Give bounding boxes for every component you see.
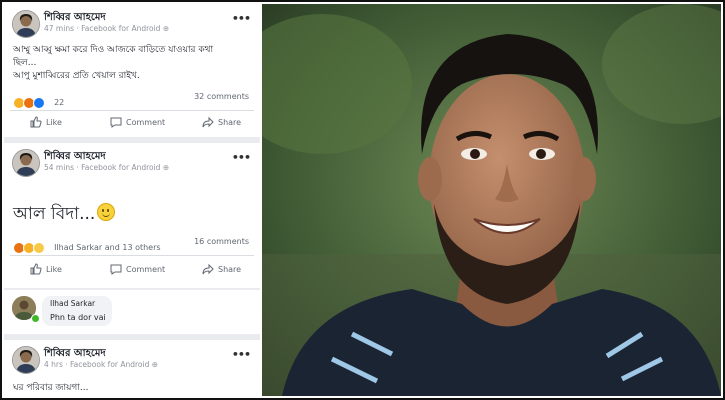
like-button[interactable]: Like [30,263,62,275]
post-body: আল বিদা... [13,201,116,229]
post-line: আপু মুশাব্বিরের প্রতি খেয়াল রাইখ. [13,71,140,81]
comment-item: Ilhad Sarkar Phn ta dor vai [4,290,260,334]
comment-count[interactable]: 16 comments [194,237,249,246]
post-3: শিব্বির আহমেদ 4 hrs · Facebook for Andro… [4,340,260,396]
online-indicator [31,314,40,323]
post-time: 47 mins · Facebook for Android [44,24,161,33]
globe-icon: ⊕ [151,360,159,369]
post-actions: Like Comment Share [4,114,260,132]
post-1: শিব্বির আহমেদ 47 mins · Facebook for And… [4,4,260,137]
post-time: 54 mins · Facebook for Android [44,163,161,172]
post-header: শিব্বির আহমেদ 4 hrs · Facebook for Andro… [12,346,252,374]
divider [10,110,254,111]
reactions-summary[interactable]: 22 32 comments [13,92,253,109]
post-body: আম্মু আব্বু ক্ষমা করে দিও আজকে বাড়িতে য… [13,44,251,83]
user-avatar[interactable] [12,10,40,38]
comment-text: Phn ta dor vai [50,313,106,322]
facebook-feed: শিব্বির আহমেদ 47 mins · Facebook for And… [4,4,260,396]
comment-icon [110,117,122,128]
more-dots-icon[interactable]: ••• [232,12,251,25]
like-icon [30,116,42,128]
post-line: ঘর পরিবার জায়গা... [13,383,89,393]
globe-icon: ⊕ [162,163,170,172]
post-2: শিব্বির আহমেদ 54 mins · Facebook for And… [4,143,260,288]
post-body: ঘর পরিবার জায়গা... [13,382,251,395]
portrait-photo [262,4,721,396]
comment-bubble[interactable]: Ilhad Sarkar Phn ta dor vai [42,296,112,326]
like-button[interactable]: Like [30,116,62,128]
post-header: শিব্বির আহমেদ 54 mins · Facebook for And… [12,149,252,177]
post-timestamp: 47 mins · Facebook for Android ⊕ [44,24,169,33]
like-label: Like [46,265,62,274]
like-reaction [33,96,45,109]
like-label: Like [46,118,62,127]
reaction-names: Ilhad Sarkar and 13 others [54,243,161,252]
post-big-text: আল বিদা... [13,204,96,224]
comment-button[interactable]: Comment [110,263,165,275]
share-icon [202,116,214,128]
post-timestamp: 4 hrs · Facebook for Android ⊕ [44,360,158,369]
reaction-count: 22 [54,98,65,107]
share-button[interactable]: Share [202,116,241,128]
user-avatar[interactable] [12,346,40,374]
comment-label: Comment [126,265,166,274]
post-line: আম্মু আব্বু ক্ষমা করে দিও আজকে বাড়িতে য… [13,45,214,55]
post-actions: Like Comment Share [4,261,260,279]
more-dots-icon[interactable]: ••• [232,348,251,361]
more-dots-icon[interactable]: ••• [232,151,251,164]
smiley-emoji [97,203,116,221]
share-button[interactable]: Share [202,263,241,275]
post-timestamp: 54 mins · Facebook for Android ⊕ [44,163,169,172]
haha-reaction [33,241,45,254]
commenter-name[interactable]: Ilhad Sarkar [50,299,95,308]
comment-label: Comment [126,118,166,127]
screenshot-frame: শিব্বির আহমেদ 47 mins · Facebook for And… [0,0,725,400]
reactions-summary[interactable]: Ilhad Sarkar and 13 others 16 comments [13,237,253,254]
post-header: শিব্বির আহমেদ 47 mins · Facebook for And… [12,10,252,38]
post-line: ছিল... [13,58,37,68]
comment-count[interactable]: 32 comments [194,92,249,101]
comment-button[interactable]: Comment [110,116,165,128]
comment-icon [110,264,122,275]
user-avatar[interactable] [12,149,40,177]
post-time: 4 hrs · Facebook for Android [44,360,150,369]
share-label: Share [218,265,242,274]
share-icon [202,263,214,275]
globe-icon: ⊕ [162,24,170,33]
share-label: Share [218,118,242,127]
like-icon [30,263,42,275]
divider [10,255,254,256]
